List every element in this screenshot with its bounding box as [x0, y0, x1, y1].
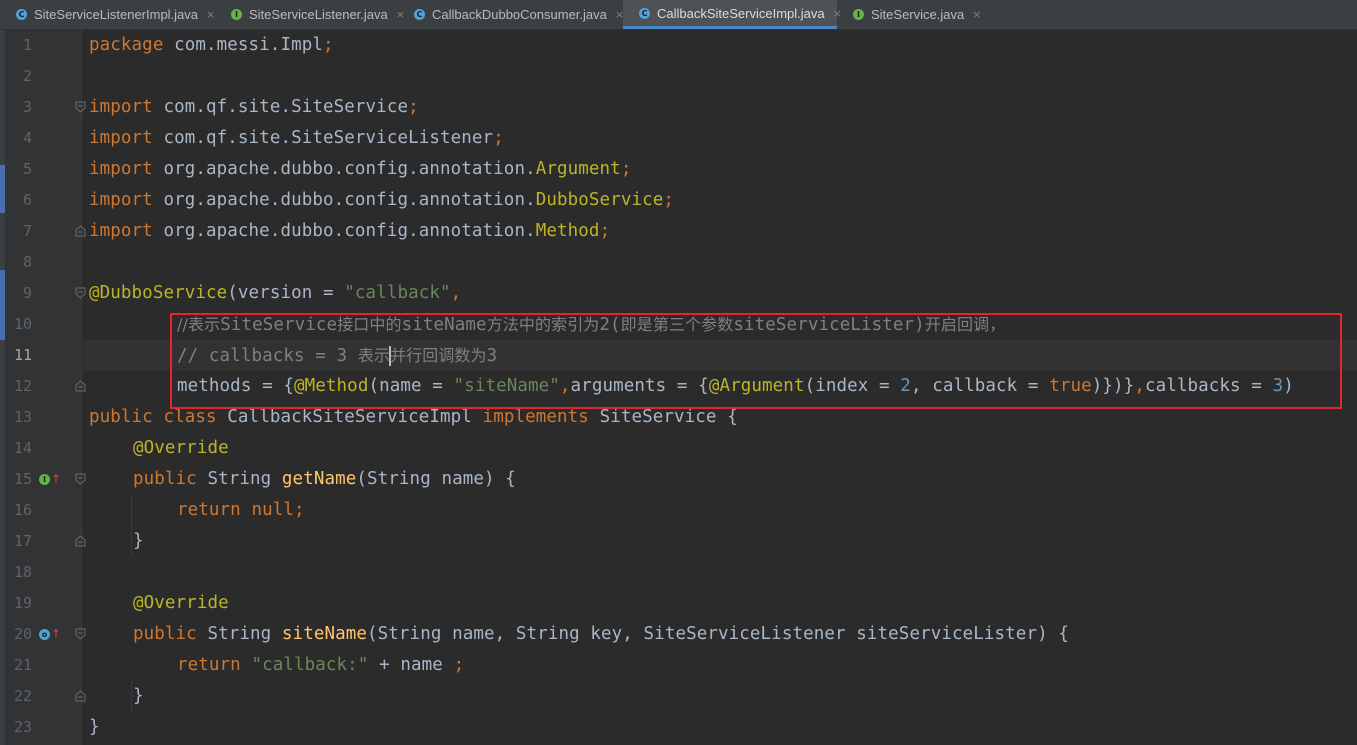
code-line-16[interactable]: return null; — [177, 495, 305, 526]
line-number: 2 — [22, 67, 32, 85]
line-number: 8 — [22, 253, 32, 271]
tab-siteservicelistener[interactable]: I SiteServiceListener.java × — [215, 0, 405, 29]
line-number: 5 — [22, 160, 32, 178]
code-line-20[interactable]: public String siteName(String name, Stri… — [133, 619, 1069, 650]
line-number: 17 — [13, 532, 32, 550]
class-icon: C — [414, 9, 425, 20]
implements-method-icon[interactable]: I ↑ — [39, 472, 61, 486]
code-line-23[interactable]: } — [89, 712, 100, 743]
class-icon: C — [639, 7, 650, 19]
arrow-up-icon: ↑ — [51, 627, 62, 641]
editor-tab-bar: C SiteServiceListenerImpl.java × I SiteS… — [0, 0, 1357, 30]
tab-siteservicelistenerimpl[interactable]: C SiteServiceListenerImpl.java × — [0, 0, 215, 29]
code-line-21[interactable]: return "callback:" + name ; — [177, 650, 464, 681]
code-line-5[interactable]: import org.apache.dubbo.config.annotatio… — [89, 154, 631, 185]
code-line-17[interactable]: } — [133, 526, 144, 557]
tab-label: SiteServiceListenerImpl.java — [34, 7, 199, 22]
line-number-current: 11 — [13, 346, 32, 364]
line-number: 16 — [13, 501, 32, 519]
line-number: 19 — [13, 594, 32, 612]
code-line-1[interactable]: package com.messi.Impl; — [89, 30, 334, 61]
code-line-13[interactable]: public class CallbackSiteServiceImpl imp… — [89, 402, 738, 433]
interface-marker-icon: I — [39, 473, 50, 485]
indent-guide — [131, 495, 132, 557]
line-number: 22 — [13, 687, 32, 705]
line-number: 13 — [13, 408, 32, 426]
line-number: 20 — [13, 625, 32, 643]
line-number: 9 — [22, 284, 32, 302]
line-number: 4 — [22, 129, 32, 147]
arrow-up-icon: ↑ — [51, 472, 62, 486]
line-number: 23 — [13, 718, 32, 736]
interface-icon: I — [231, 9, 242, 20]
code-line-19[interactable]: @Override — [133, 588, 229, 619]
bookmark-marker — [0, 270, 5, 340]
close-icon[interactable]: × — [972, 8, 981, 21]
code-line-4[interactable]: import com.qf.site.SiteServiceListener; — [89, 123, 504, 154]
code-line-12[interactable]: methods = {@Method(name = "siteName",arg… — [177, 371, 1294, 402]
code-line-3[interactable]: import com.qf.site.SiteService; — [89, 92, 419, 123]
tab-label: SiteService.java — [871, 7, 965, 22]
tab-callbackdubboconsumer[interactable]: C CallbackDubboConsumer.java × — [398, 0, 624, 29]
tab-label: CallbackSiteServiceImpl.java — [657, 5, 825, 21]
code-line-7[interactable]: import org.apache.dubbo.config.annotatio… — [89, 216, 610, 247]
indent-guide — [131, 681, 132, 712]
line-number: 21 — [13, 656, 32, 674]
line-number: 10 — [13, 315, 32, 333]
line-number: 14 — [13, 439, 32, 457]
code-line-14[interactable]: @Override — [133, 433, 229, 464]
close-icon[interactable]: × — [206, 8, 215, 21]
code-line-9[interactable]: @DubboService(version = "callback", — [89, 278, 461, 309]
interface-icon: I — [853, 9, 864, 20]
method-marker-icon: o — [39, 628, 50, 640]
code-line-15[interactable]: public String getName(String name) { — [133, 464, 516, 495]
implements-method-icon[interactable]: o ↑ — [39, 627, 61, 641]
line-number: 1 — [22, 36, 32, 54]
tab-siteservice[interactable]: I SiteService.java × — [837, 0, 987, 29]
code-line-22[interactable]: } — [133, 681, 144, 712]
line-number: 6 — [22, 191, 32, 209]
tool-window-strip — [0, 30, 5, 745]
tab-label: SiteServiceListener.java — [249, 7, 388, 22]
tab-callbacksiteserviceimpl[interactable]: C CallbackSiteServiceImpl.java × — [623, 0, 842, 29]
bookmark-marker — [0, 165, 5, 213]
code-line-11-comment[interactable]: // callbacks = 3 表示并行回调数为3 — [177, 340, 497, 371]
code-line-10-comment[interactable]: //表示SiteService接口中的siteName方法中的索引为2(即是第三… — [177, 309, 1005, 340]
class-icon: C — [16, 9, 27, 20]
line-number: 3 — [22, 98, 32, 116]
line-number: 18 — [13, 563, 32, 581]
code-line-6[interactable]: import org.apache.dubbo.config.annotatio… — [89, 185, 674, 216]
line-number: 7 — [22, 222, 32, 240]
code-editor[interactable]: package com.messi.Impl; import com.qf.si… — [83, 30, 1357, 745]
line-number: 15 — [13, 470, 32, 488]
tab-label: CallbackDubboConsumer.java — [432, 7, 607, 22]
line-number: 12 — [13, 377, 32, 395]
